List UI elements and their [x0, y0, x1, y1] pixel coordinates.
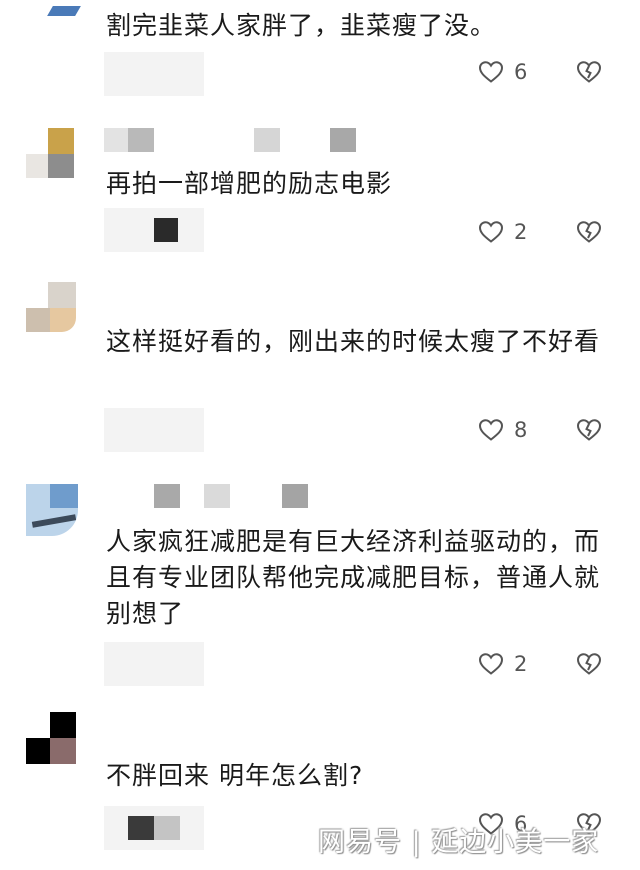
like-count: 8 — [514, 418, 528, 442]
comment-text: 不胖回来 明年怎么割? — [106, 761, 364, 790]
broken-heart-icon — [576, 419, 602, 441]
dislike-button[interactable] — [576, 60, 602, 84]
comment-meta — [104, 52, 204, 96]
broken-heart-icon — [576, 221, 602, 243]
comment-meta — [104, 408, 204, 452]
like-button[interactable]: 2 — [478, 652, 527, 676]
username[interactable] — [104, 128, 364, 152]
dislike-button[interactable] — [576, 652, 602, 676]
heart-outline-icon — [478, 419, 504, 441]
dislike-button[interactable] — [576, 220, 602, 244]
broken-heart-icon — [576, 61, 602, 83]
like-button[interactable]: 2 — [478, 220, 527, 244]
avatar[interactable] — [26, 128, 78, 180]
avatar[interactable] — [26, 484, 78, 536]
heart-outline-icon — [478, 653, 504, 675]
like-count: 2 — [514, 652, 528, 676]
heart-outline-icon — [478, 61, 504, 83]
comment-text: 割完韭菜人家胖了，韭菜瘦了没。 — [106, 11, 497, 40]
avatar[interactable] — [26, 282, 78, 334]
like-count: 6 — [514, 60, 528, 84]
comment-text: 这样挺好看的，刚出来的时候太瘦了不好看 — [106, 327, 601, 356]
comment-text: 再拍一部增肥的励志电影 — [106, 169, 393, 198]
comment-meta — [104, 806, 204, 850]
heart-outline-icon — [478, 221, 504, 243]
like-button[interactable]: 8 — [478, 418, 527, 442]
like-button[interactable]: 6 — [478, 60, 527, 84]
username[interactable] — [104, 484, 314, 508]
dislike-button[interactable] — [576, 418, 602, 442]
avatar[interactable] — [26, 0, 81, 22]
like-count: 2 — [514, 220, 528, 244]
comment-text: 人家疯狂减肥是有巨大经济利益驱动的，而且有专业团队帮他完成减肥目标，普通人就别想… — [106, 527, 601, 628]
avatar[interactable] — [26, 712, 78, 764]
comment-meta — [104, 642, 204, 686]
comment-meta — [104, 208, 204, 252]
broken-heart-icon — [576, 653, 602, 675]
source-watermark: 网易号 | 延边小美一家 — [318, 827, 600, 858]
